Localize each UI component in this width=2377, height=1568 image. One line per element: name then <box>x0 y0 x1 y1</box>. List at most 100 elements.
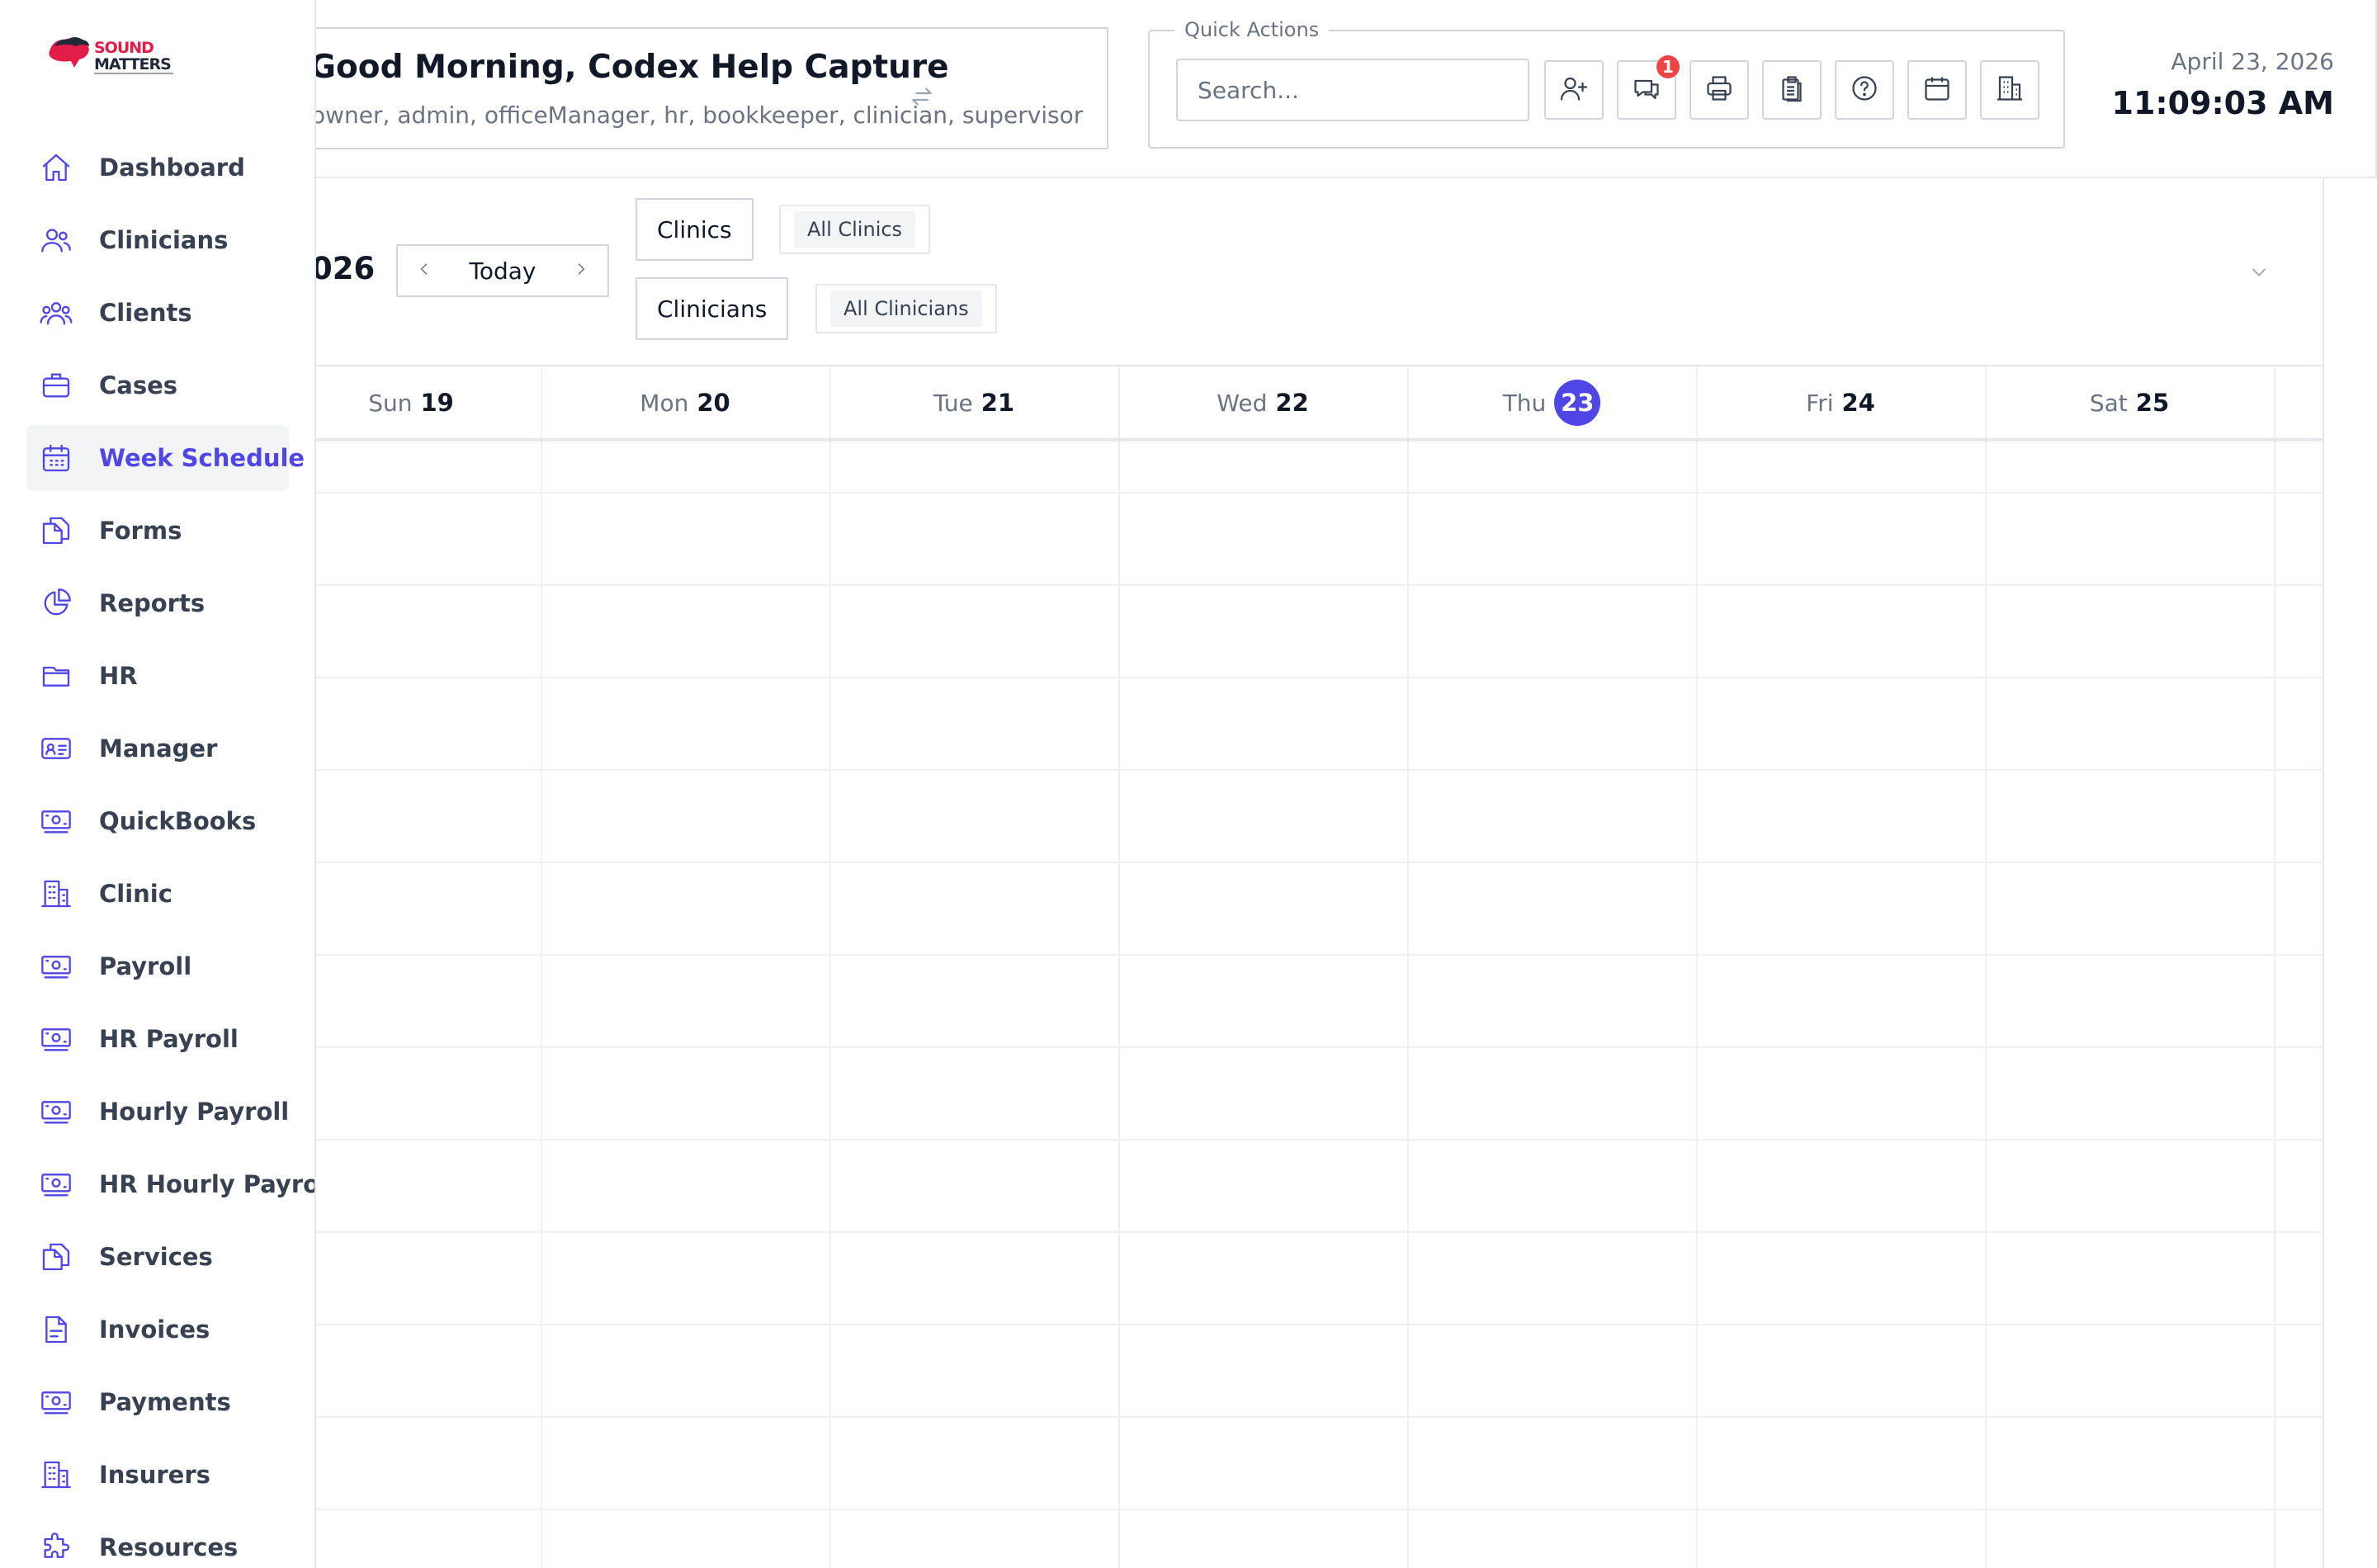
day-column-divider <box>1985 366 1987 1568</box>
day-column-divider <box>829 366 831 1568</box>
week-navigation: Today <box>396 244 609 297</box>
sidebar-item-hr-hourly-payroll[interactable]: HR Hourly Payroll <box>26 1151 314 1217</box>
banknotes-icon <box>40 1386 73 1419</box>
sidebar-item-dashboard[interactable]: Dashboard <box>26 135 289 201</box>
clinic-button[interactable] <box>1980 60 2039 120</box>
help-icon <box>1850 73 1879 106</box>
sidebar-item-week-schedule[interactable]: Week Schedule <box>26 425 305 491</box>
time-slot-divider <box>316 1509 2323 1510</box>
search-input[interactable] <box>1176 59 1529 121</box>
day-header-thu[interactable]: Thu 23 <box>1407 366 1696 439</box>
sidebar-item-label: Clinicians <box>99 226 229 254</box>
sidebar-item-label: Clients <box>99 299 192 327</box>
clipboard-button[interactable] <box>1762 60 1822 120</box>
help-button[interactable] <box>1835 60 1894 120</box>
day-header-sun[interactable]: Sun 19 <box>316 366 555 439</box>
sidebar-item-label: Payroll <box>99 952 192 980</box>
month-year-label: 026 <box>311 251 376 286</box>
today-date-badge: 23 <box>1554 380 1601 426</box>
quick-actions-legend: Quick Actions <box>1174 18 1330 41</box>
clipboard-icon <box>1777 73 1807 106</box>
quick-actions: Quick Actions 1 <box>1148 18 2065 149</box>
sidebar-item-payments[interactable]: Payments <box>26 1369 289 1435</box>
clinicians-filter-select[interactable]: All Clinicians <box>815 284 997 333</box>
greeting-card: Good Morning, Codex Help Capture owner, … <box>310 27 1108 149</box>
sidebar-item-clinic[interactable]: Clinic <box>26 861 289 927</box>
sidebar-item-hr-payroll[interactable]: HR Payroll <box>26 1006 289 1072</box>
day-header-mon[interactable]: Mon 20 <box>541 366 829 439</box>
date-time-display: April 23, 2026 11:09:03 AM <box>2112 48 2335 121</box>
sidebar-item-label: Payments <box>99 1388 231 1416</box>
sidebar-item-hourly-payroll[interactable]: Hourly Payroll <box>26 1079 289 1145</box>
time-slot-divider <box>316 862 2323 863</box>
time-slot-divider <box>316 1046 2323 1048</box>
day-name: Wed <box>1217 389 1268 417</box>
sidebar-item-label: Week Schedule <box>99 444 305 472</box>
sidebar-item-manager[interactable]: Manager <box>26 716 289 782</box>
sidebar-item-quickbooks[interactable]: QuickBooks <box>26 788 289 854</box>
sidebar-item-cases[interactable]: Cases <box>26 352 289 418</box>
time-slot-divider <box>316 492 2323 494</box>
chevron-down-icon[interactable] <box>2247 261 2271 284</box>
sidebar-item-hr[interactable]: HR <box>26 643 289 709</box>
sound-matters-logo[interactable]: SOUND MATTERS <box>46 30 178 79</box>
documents-icon <box>40 514 73 547</box>
sidebar-item-label: Resources <box>99 1533 239 1561</box>
sidebar-item-clinicians[interactable]: Clinicians <box>26 207 289 273</box>
add-user-button[interactable] <box>1544 60 1604 120</box>
day-header-wed[interactable]: Wed 22 <box>1118 366 1407 439</box>
sidebar-item-forms[interactable]: Forms <box>26 498 289 564</box>
sidebar-item-insurers[interactable]: Insurers <box>26 1442 289 1508</box>
chevron-right-icon <box>573 261 589 281</box>
banknotes-icon <box>40 1095 73 1128</box>
sidebar-item-label: Reports <box>99 589 206 617</box>
documents-icon <box>40 1240 73 1273</box>
day-header-fri[interactable]: Fri 24 <box>1696 366 1985 439</box>
sidebar-item-payroll[interactable]: Payroll <box>26 933 289 999</box>
current-time: 11:09:03 AM <box>2111 85 2335 121</box>
day-header-sat[interactable]: Sat 25 <box>1985 366 2274 439</box>
calendar-button[interactable] <box>1907 60 1967 120</box>
sidebar-item-clients[interactable]: Clients <box>26 280 289 346</box>
puzzle-icon <box>40 1531 73 1564</box>
sidebar-item-invoices[interactable]: Invoices <box>26 1296 289 1363</box>
sidebar-item-resources[interactable]: Resources <box>26 1514 289 1568</box>
day-column-divider <box>2274 366 2275 1568</box>
day-name: Thu <box>1502 389 1547 417</box>
chart-pie-icon <box>40 587 73 620</box>
sidebar-item-reports[interactable]: Reports <box>26 570 289 636</box>
clinics-filter-label: Clinics <box>636 198 754 261</box>
next-week-button[interactable] <box>558 246 604 295</box>
clinicians-filter-label: Clinicians <box>636 277 789 340</box>
day-column-divider <box>1696 366 1698 1568</box>
sidebar-item-label: HR Payroll <box>99 1025 239 1053</box>
folder-icon <box>40 659 73 692</box>
clinics-filter-value: All Clinics <box>794 211 916 248</box>
calendar-days-icon <box>40 442 73 475</box>
briefcase-icon <box>40 369 73 402</box>
clinicians-filter-value: All Clinicians <box>830 290 982 327</box>
sidebar-item-label: QuickBooks <box>99 807 257 835</box>
time-slot-divider <box>316 677 2323 678</box>
day-name: Mon <box>640 389 689 417</box>
today-button[interactable]: Today <box>447 246 558 295</box>
sidebar-item-services[interactable]: Services <box>26 1224 289 1290</box>
messages-button[interactable]: 1 <box>1617 55 1680 120</box>
document-text-icon <box>40 1313 73 1346</box>
sidebar-item-label: HR Hourly Payroll <box>99 1170 316 1198</box>
time-slot-divider <box>316 1139 2323 1141</box>
day-name: Sun <box>368 389 413 417</box>
day-number: 24 <box>1841 389 1875 417</box>
clinics-filter-select[interactable]: All Clinics <box>779 205 931 254</box>
sidebar-item-label: Forms <box>99 517 182 545</box>
print-button[interactable] <box>1689 60 1749 120</box>
sidebar-item-label: Invoices <box>99 1315 210 1344</box>
day-header-tue[interactable]: Tue 21 <box>829 366 1118 439</box>
day-number: 20 <box>697 389 730 417</box>
previous-week-button[interactable] <box>401 246 447 295</box>
week-schedule-grid: Sun 19 Mon 20 Tue 21 Wed 22 Thu 23 Fri 24 Sat 25 <box>316 365 2324 1568</box>
home-icon <box>40 151 73 184</box>
day-number: 19 <box>420 389 454 417</box>
day-column-divider <box>541 366 542 1568</box>
users-icon <box>40 224 73 257</box>
